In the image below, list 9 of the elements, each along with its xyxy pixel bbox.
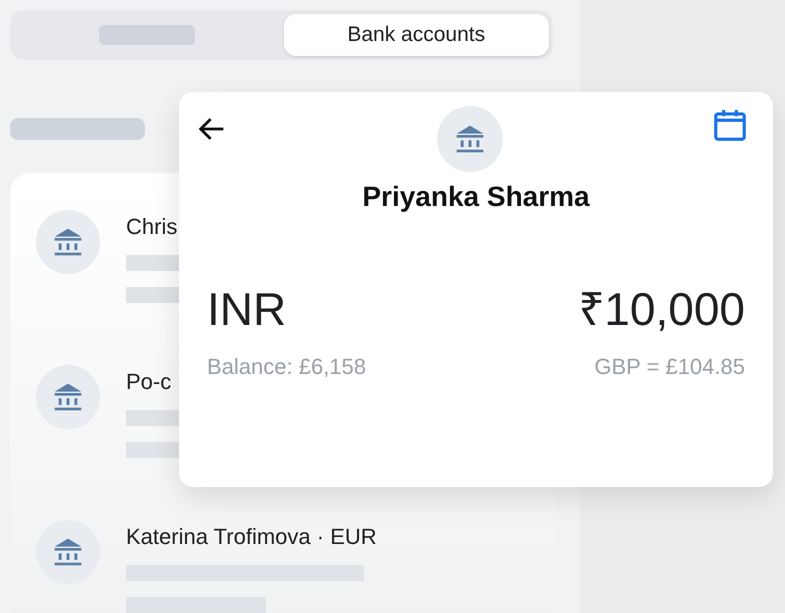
amount: ₹10,000 bbox=[578, 282, 745, 336]
account-name[interactable]: Po-c bbox=[126, 368, 172, 396]
payee-name: Priyanka Sharma bbox=[361, 180, 591, 214]
account-name[interactable]: Chris bbox=[126, 213, 178, 241]
balance-text: Balance: £6,158 bbox=[207, 353, 366, 381]
tab[interactable]: Bank accounts bbox=[284, 14, 549, 56]
account-name[interactable]: Katerina Trofimova · EUR bbox=[126, 523, 377, 551]
conversion-rate: GBP = £104.85 bbox=[594, 353, 745, 381]
currency-code: INR bbox=[207, 282, 286, 336]
